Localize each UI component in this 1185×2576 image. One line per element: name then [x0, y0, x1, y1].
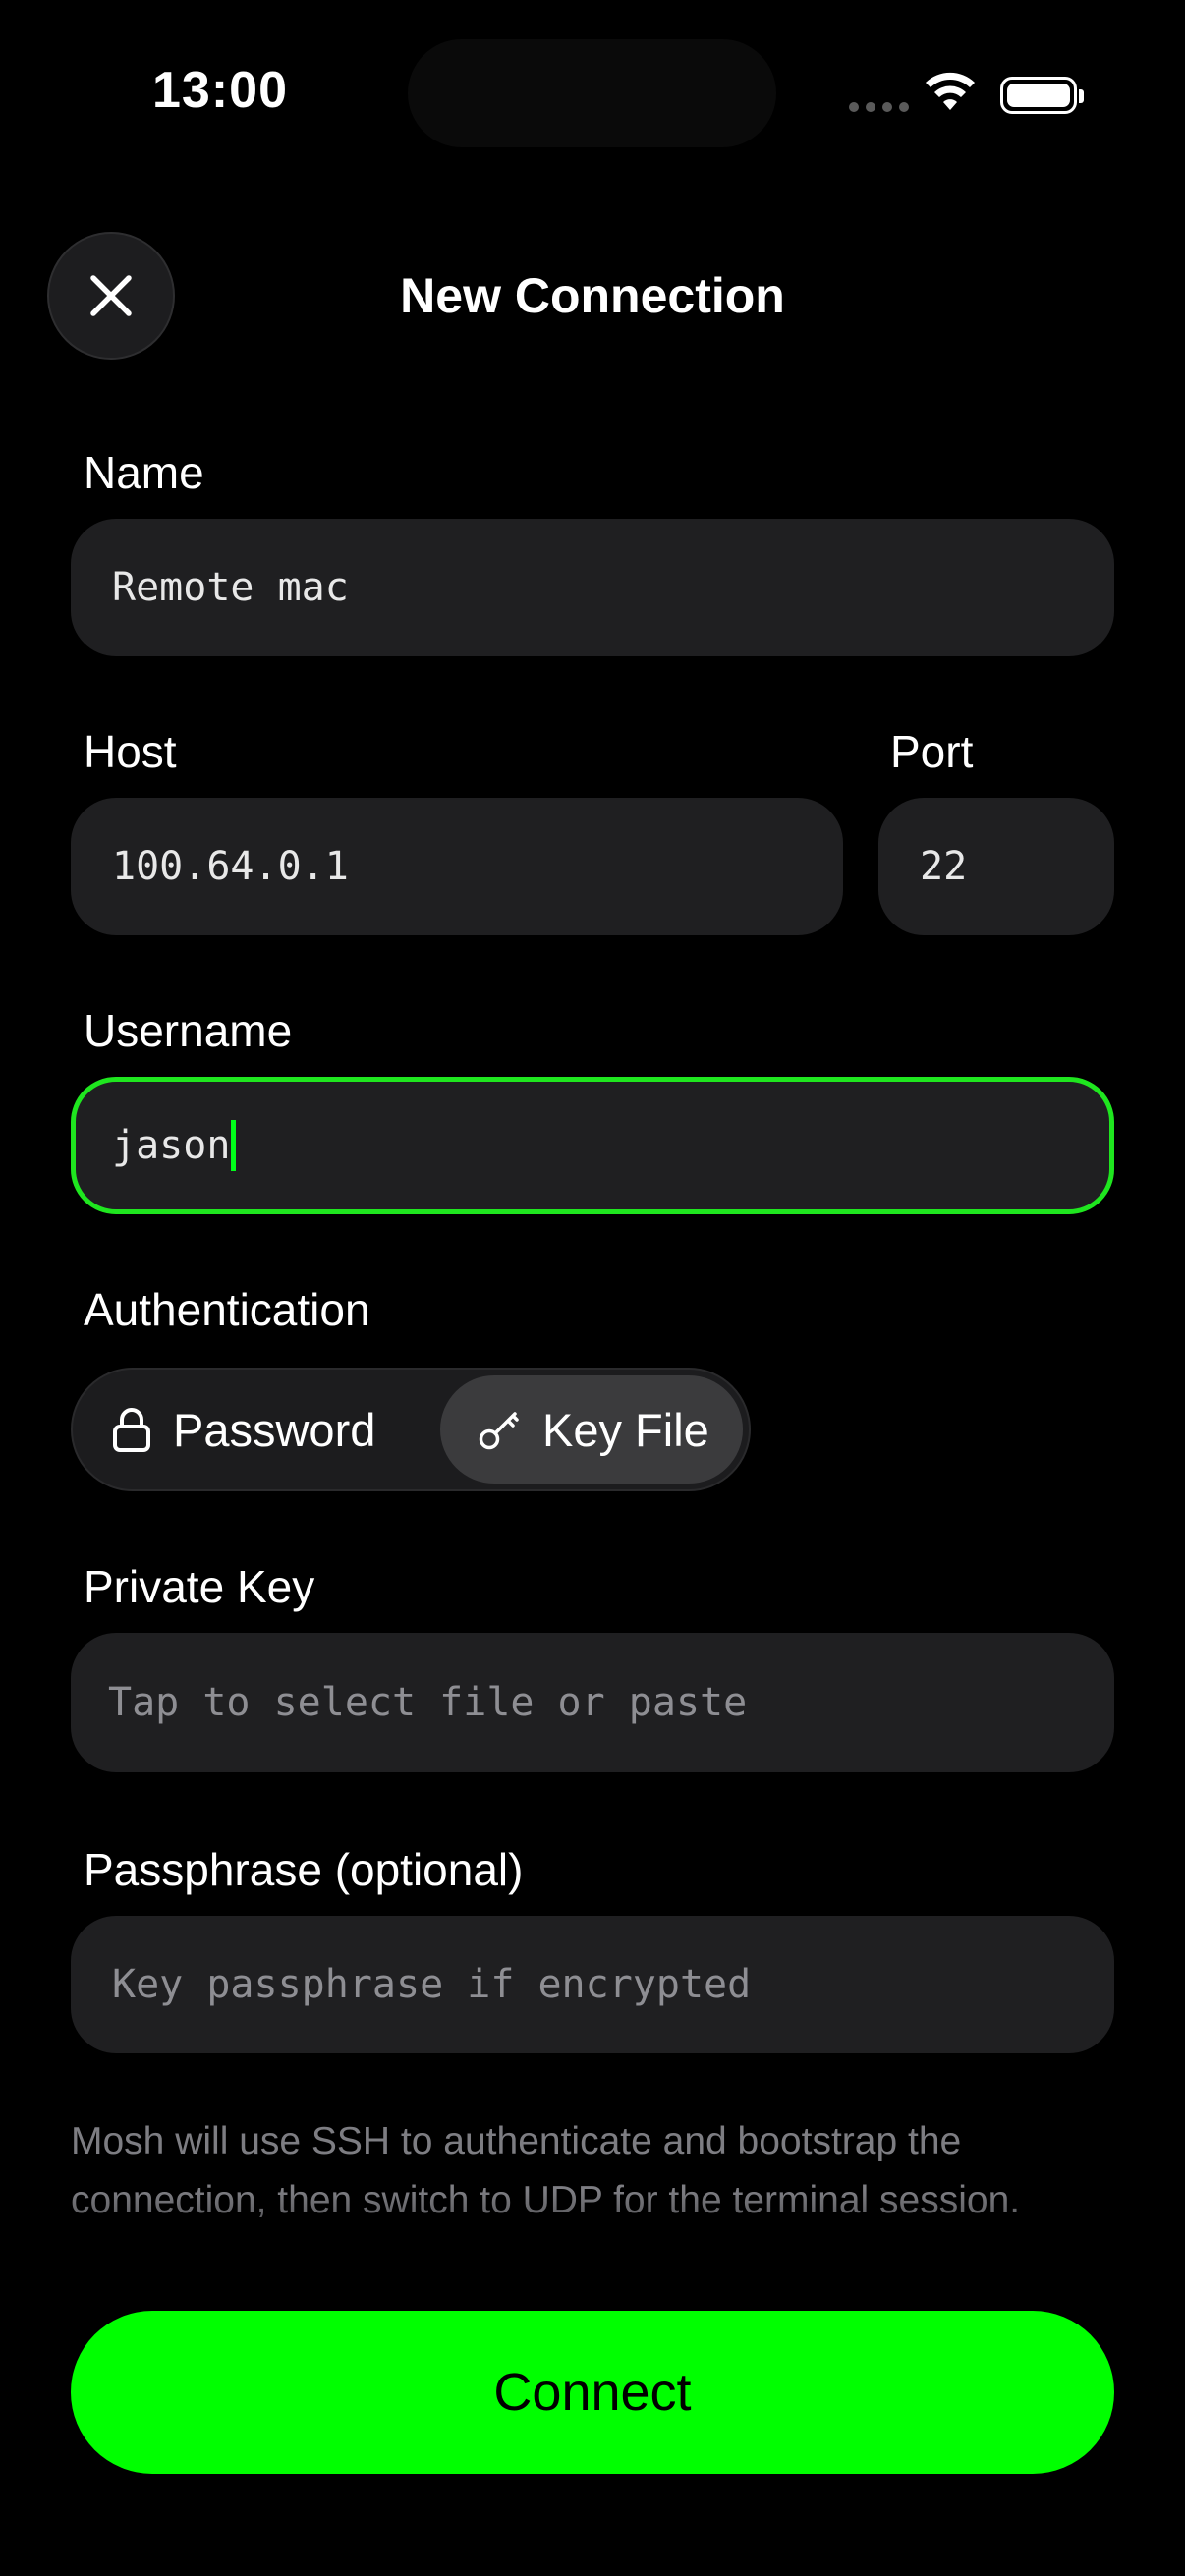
private-key-placeholder: Tap to select file or paste	[108, 1680, 748, 1725]
cellular-signal-icon	[849, 102, 909, 112]
host-label: Host	[84, 726, 177, 777]
dynamic-island	[408, 39, 776, 147]
username-value: jason	[112, 1123, 231, 1168]
status-time: 13:00	[152, 62, 288, 119]
text-cursor	[231, 1120, 237, 1171]
page-title: New Connection	[400, 268, 785, 323]
username-field[interactable]: jason	[71, 1077, 1114, 1214]
scroll-fade	[0, 2191, 1185, 2289]
auth-option-key-file-label: Key File	[542, 1403, 709, 1456]
port-value: 22	[920, 844, 968, 889]
auth-option-password[interactable]: Password	[112, 1375, 375, 1484]
name-field[interactable]: Remote mac	[71, 519, 1114, 656]
passphrase-label: Passphrase (optional)	[84, 1844, 524, 1895]
host-field[interactable]: 100.64.0.1	[71, 798, 843, 935]
port-field[interactable]: 22	[878, 798, 1114, 935]
key-icon	[479, 1412, 519, 1450]
connect-button[interactable]: Connect	[71, 2311, 1114, 2474]
lock-icon	[113, 1408, 150, 1452]
private-key-label: Private Key	[84, 1561, 315, 1612]
auth-option-key-file[interactable]: Key File	[440, 1375, 743, 1484]
host-value: 100.64.0.1	[112, 844, 349, 889]
name-label: Name	[84, 447, 204, 498]
battery-icon	[1000, 77, 1084, 114]
passphrase-placeholder: Key passphrase if encrypted	[112, 1962, 752, 2007]
status-bar: 13:00	[0, 0, 1185, 187]
auth-option-password-label: Password	[173, 1403, 376, 1456]
name-value: Remote mac	[112, 565, 349, 610]
authentication-label: Authentication	[84, 1284, 370, 1335]
private-key-field[interactable]: Tap to select file or paste	[71, 1633, 1114, 1772]
username-label: Username	[84, 1005, 293, 1056]
authentication-segmented-control: Password Key File	[71, 1368, 751, 1491]
wifi-icon	[926, 72, 975, 110]
port-label: Port	[890, 726, 974, 777]
passphrase-field[interactable]: Key passphrase if encrypted	[71, 1916, 1114, 2053]
